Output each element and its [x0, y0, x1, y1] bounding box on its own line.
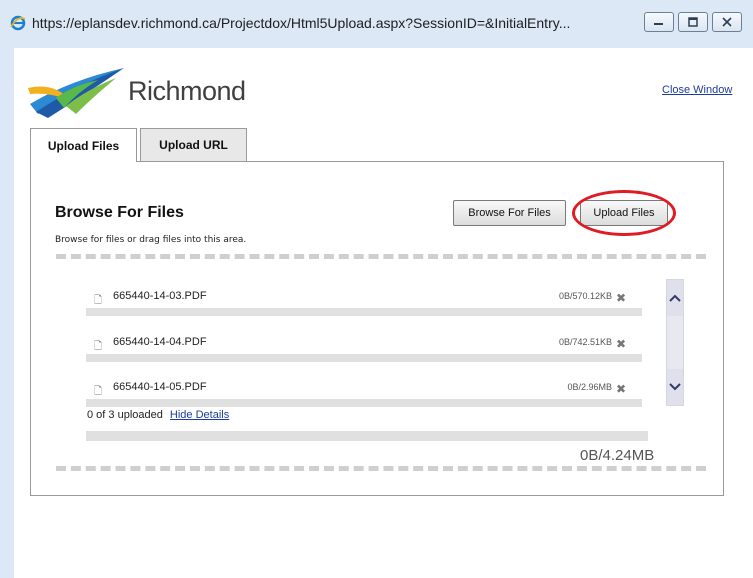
total-size: 0B/4.24MB: [580, 447, 655, 464]
file-progress-bar: [86, 399, 642, 407]
file-row: 🗋 665440-14-04.PDF 0B/742.51KB ✖: [86, 336, 646, 366]
close-window-link[interactable]: Close Window: [662, 84, 732, 96]
upload-status: 0 of 3 uploaded: [87, 409, 163, 421]
remove-file-icon[interactable]: ✖: [616, 291, 626, 305]
drop-zone-bottom-border: [56, 466, 706, 471]
window-url: https://eplansdev.richmond.ca/Projectdox…: [32, 15, 571, 31]
richmond-logo: [28, 68, 124, 118]
total-progress-bar: [86, 431, 648, 441]
file-list-scrollbar[interactable]: [666, 279, 684, 406]
upload-summary: 0 of 3 uploaded Hide Details: [87, 409, 229, 421]
chevron-up-icon: [669, 294, 681, 302]
chevron-down-icon: [669, 383, 681, 391]
upload-files-button[interactable]: Upload Files: [580, 200, 668, 226]
title-bar: https://eplansdev.richmond.ca/Projectdox…: [0, 0, 753, 48]
file-size: 0B/570.12KB: [558, 291, 612, 301]
file-size: 0B/2.96MB: [567, 382, 612, 392]
file-progress-bar: [86, 308, 642, 316]
restore-button[interactable]: [678, 12, 708, 32]
file-name: 665440-14-03.PDF: [113, 290, 207, 302]
close-button[interactable]: [712, 12, 742, 32]
tab-upload-files[interactable]: Upload Files: [30, 128, 137, 162]
window-left-frame: [0, 48, 14, 578]
file-row: 🗋 665440-14-05.PDF 0B/2.96MB ✖: [86, 381, 646, 411]
scroll-down-button[interactable]: [667, 369, 683, 405]
remove-file-icon[interactable]: ✖: [616, 337, 626, 351]
browse-for-files-button[interactable]: Browse For Files: [453, 200, 566, 226]
restore-icon: [688, 17, 698, 27]
remove-file-icon[interactable]: ✖: [616, 382, 626, 396]
logo-text: Richmond: [128, 76, 246, 106]
file-size: 0B/742.51KB: [558, 337, 612, 347]
drop-hint: Browse for files or drag files into this…: [55, 235, 247, 245]
file-name: 665440-14-04.PDF: [113, 336, 207, 348]
file-progress-bar: [86, 354, 642, 362]
close-icon: [722, 17, 732, 27]
file-row: 🗋 665440-14-03.PDF 0B/570.12KB ✖: [86, 290, 646, 320]
hide-details-link[interactable]: Hide Details: [170, 409, 229, 421]
browse-title: Browse For Files: [55, 204, 184, 221]
scroll-up-button[interactable]: [667, 280, 683, 316]
file-name: 665440-14-05.PDF: [113, 381, 207, 393]
minimize-button[interactable]: [644, 12, 674, 32]
minimize-icon: [654, 23, 663, 25]
tab-upload-url[interactable]: Upload URL: [140, 128, 247, 161]
drop-zone-top-border: [56, 254, 706, 259]
internet-explorer-icon: [10, 15, 26, 31]
